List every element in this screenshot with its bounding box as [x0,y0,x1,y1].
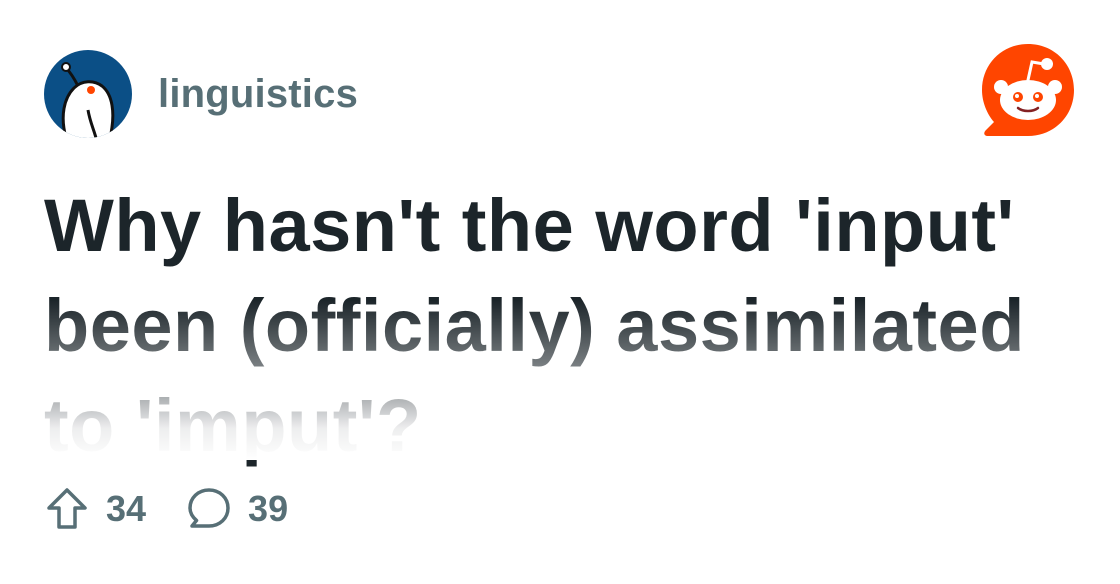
upvote-stat[interactable]: 34 [44,486,146,532]
reddit-logo[interactable] [980,42,1076,140]
upvote-count: 34 [106,488,147,529]
upvote-arrow-icon [47,488,87,529]
community-name[interactable]: linguistics [158,72,358,117]
post-stats: 34 39 [44,484,328,534]
comment-stat[interactable]: 39 [186,486,288,532]
community-avatar[interactable] [44,50,132,138]
comment-bubble-icon [188,488,230,528]
post-title[interactable]: Why hasn't the word 'input' been (offici… [44,176,1044,476]
post-header: linguistics [44,50,358,138]
post-preview-card[interactable]: linguistics Why hasn't the word 'input' … [0,0,1120,584]
snoo-avatar-icon [44,50,132,138]
comment-count: 39 [248,488,289,529]
reddit-logo-icon [982,44,1074,136]
